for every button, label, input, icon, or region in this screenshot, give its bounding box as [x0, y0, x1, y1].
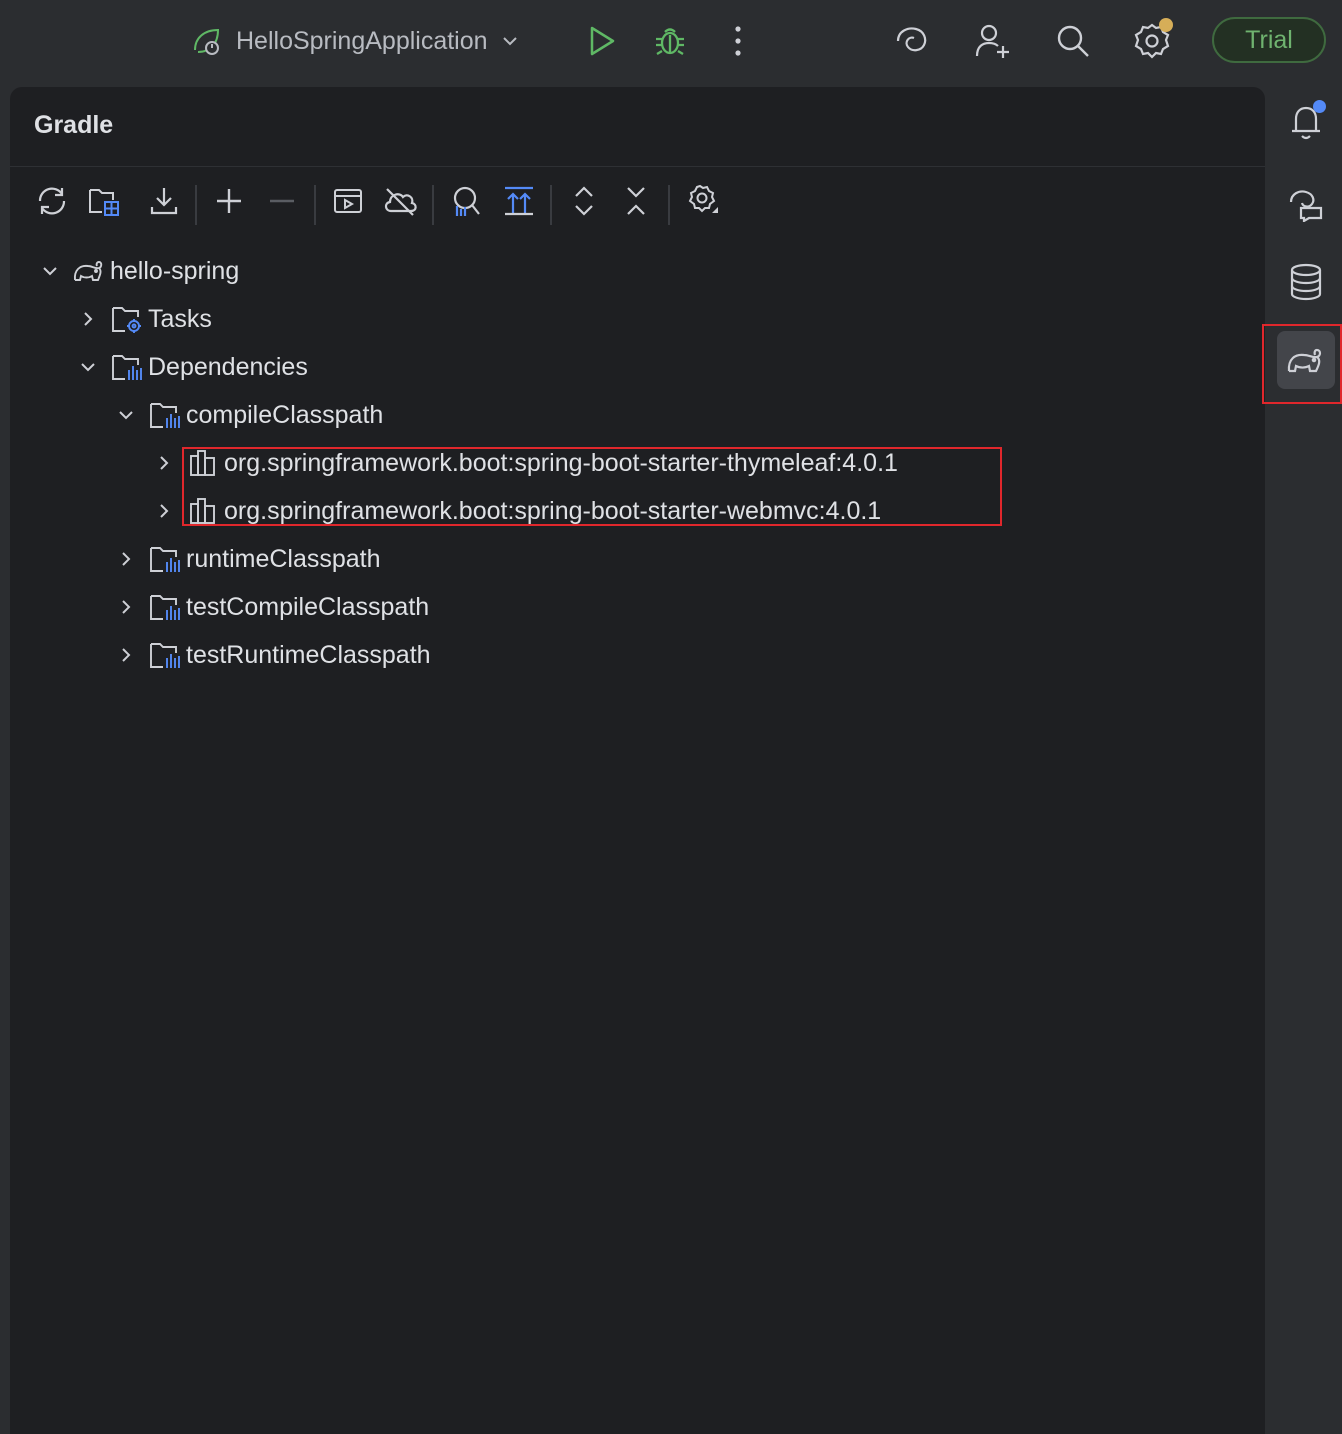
folder-grid-icon	[87, 184, 121, 218]
reload-all-button[interactable]	[30, 179, 74, 223]
chevron-right-icon[interactable]	[112, 545, 140, 573]
expand-all-button[interactable]	[562, 179, 606, 223]
tree-node-hello-spring[interactable]: hello-spring	[36, 247, 239, 295]
collapse-all-icon	[621, 184, 651, 218]
execute-task-button[interactable]	[326, 179, 370, 223]
chevron-down-icon	[500, 31, 520, 51]
download-sources-button[interactable]	[142, 179, 186, 223]
right-tool-window-stripe	[1262, 87, 1342, 1434]
ai-spiral-icon	[894, 23, 930, 59]
code-with-me-button[interactable]	[970, 18, 1016, 64]
tool-window-header: Gradle	[10, 87, 1265, 167]
minus-icon	[267, 186, 297, 216]
expand-all-icon	[569, 184, 599, 218]
refresh-icon	[35, 184, 69, 218]
analyze-dependencies-button[interactable]	[443, 179, 487, 223]
tree-node-test-runtime-classpath[interactable]: testRuntimeClasspath	[112, 631, 431, 679]
trial-badge-button[interactable]: Trial	[1212, 17, 1326, 63]
chevron-right-icon[interactable]	[150, 497, 178, 525]
toolbar-separator	[668, 185, 670, 225]
configuration-folder-icon	[148, 398, 182, 432]
tasks-folder-icon	[110, 302, 144, 336]
dependencies-folder-icon	[110, 350, 144, 384]
chevron-right-icon[interactable]	[112, 641, 140, 669]
toolbar-separator	[550, 185, 552, 225]
tree-node-label: runtimeClasspath	[186, 544, 381, 573]
run-console-icon	[332, 185, 364, 217]
toolbar-separator	[432, 185, 434, 225]
gear-dropdown-icon	[684, 183, 720, 219]
ai-chat-icon	[1287, 186, 1325, 222]
tool-window-title: Gradle	[34, 111, 114, 139]
tree-node-label: testCompileClasspath	[186, 592, 430, 621]
tree-node-label: testRuntimeClasspath	[186, 640, 431, 669]
tree-node-label: Dependencies	[148, 352, 308, 381]
title-bar: HelloSpringApplication Trial	[0, 0, 1342, 84]
chevron-right-icon[interactable]	[150, 449, 178, 477]
chevron-down-icon[interactable]	[74, 353, 102, 381]
ai-assistant-button[interactable]	[889, 18, 935, 64]
gradle-button-highlight-box	[1262, 324, 1342, 404]
remove-button[interactable]	[260, 179, 304, 223]
plus-icon	[214, 186, 244, 216]
more-vertical-icon	[734, 25, 742, 57]
update-dot-icon	[1159, 18, 1173, 32]
tree-node-label: Tasks	[148, 304, 212, 333]
run-configuration-label: HelloSpringApplication	[236, 26, 488, 55]
dependency-search-icon	[448, 184, 482, 218]
toolbar-separator	[195, 185, 197, 225]
tree-node-runtime-classpath[interactable]: runtimeClasspath	[112, 535, 381, 583]
gradle-elephant-icon	[72, 254, 106, 288]
chevron-right-icon[interactable]	[112, 593, 140, 621]
configuration-folder-icon	[148, 638, 182, 672]
tree-node-compile-classpath[interactable]: compileClasspath	[112, 391, 383, 439]
run-configuration-selector[interactable]: HelloSpringApplication	[190, 20, 520, 62]
tree-node-dependencies[interactable]: Dependencies	[74, 343, 308, 391]
cloud-off-icon	[382, 185, 418, 217]
upload-arrows-icon	[502, 184, 536, 218]
chevron-down-icon[interactable]	[36, 257, 64, 285]
notifications-button[interactable]	[1277, 93, 1335, 151]
configuration-folder-icon	[148, 542, 182, 576]
settings-button[interactable]	[1129, 18, 1175, 64]
attach-project-button[interactable]	[82, 179, 126, 223]
gradle-tool-window: Gradle hello-spring Tasks Dependencies c…	[10, 87, 1265, 1434]
database-icon	[1289, 263, 1323, 301]
gradle-settings-button[interactable]	[680, 179, 724, 223]
tree-node-tasks[interactable]: Tasks	[74, 295, 212, 343]
add-user-icon	[974, 22, 1012, 60]
bug-icon	[653, 24, 687, 58]
more-actions-button[interactable]	[715, 18, 761, 64]
expand-add-button[interactable]	[207, 179, 251, 223]
run-button[interactable]	[579, 18, 625, 64]
database-button[interactable]	[1277, 253, 1335, 311]
tree-node-test-compile-classpath[interactable]: testCompileClasspath	[112, 583, 429, 631]
tree-node-label: hello-spring	[110, 256, 240, 285]
dependencies-highlight-box	[182, 447, 1002, 526]
gear-icon	[1133, 18, 1173, 60]
chevron-down-icon[interactable]	[112, 401, 140, 429]
debug-button[interactable]	[647, 18, 693, 64]
configuration-folder-icon	[148, 590, 182, 624]
bell-icon	[1288, 100, 1326, 141]
notification-dot-icon	[1313, 100, 1326, 113]
spring-boot-run-icon	[190, 24, 224, 58]
tree-node-label: compileClasspath	[186, 400, 384, 429]
ai-chat-button[interactable]	[1277, 175, 1335, 233]
collapse-to-top-button[interactable]	[497, 179, 541, 223]
play-icon	[587, 25, 617, 57]
offline-mode-button[interactable]	[378, 179, 422, 223]
search-icon	[1055, 23, 1091, 59]
collapse-all-button[interactable]	[614, 179, 658, 223]
download-icon	[148, 185, 180, 217]
toolbar-separator	[314, 185, 316, 225]
chevron-right-icon[interactable]	[74, 305, 102, 333]
search-button[interactable]	[1050, 18, 1096, 64]
